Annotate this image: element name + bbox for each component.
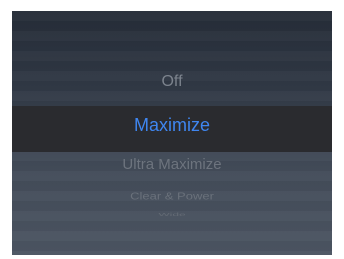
picker-option-clear-power[interactable]: Clear & Power	[12, 190, 332, 202]
picker-option-off[interactable]: Off	[12, 73, 332, 91]
picker-option-ultra-maximize[interactable]: Ultra Maximize	[12, 156, 332, 173]
picker-option-maximize[interactable]: Maximize	[12, 115, 332, 136]
picker-panel: Off Maximize Ultra Maximize Clear & Powe…	[12, 11, 332, 255]
mode-picker-wheel[interactable]: Off Maximize Ultra Maximize Clear & Powe…	[12, 11, 332, 255]
picker-option-wide[interactable]: Wide	[12, 212, 332, 217]
